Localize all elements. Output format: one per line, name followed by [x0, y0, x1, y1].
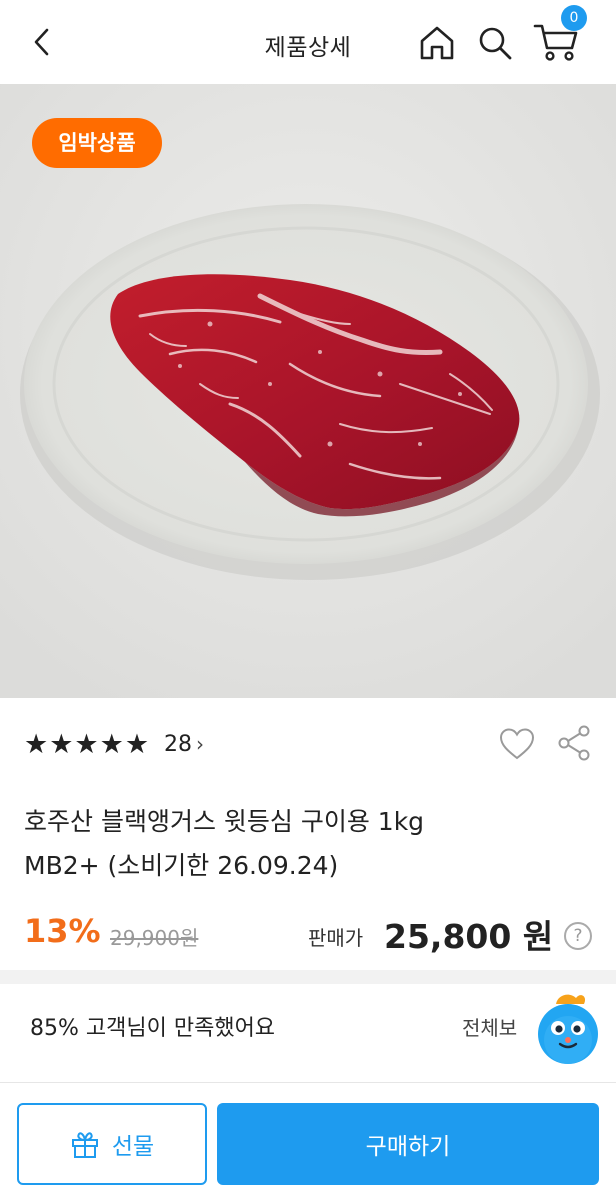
gift-button-label: 선물 — [111, 1134, 155, 1160]
top-header: 제품상세 0 — [0, 0, 616, 84]
view-all-link[interactable]: 전체보 — [462, 1012, 517, 1041]
wishlist-button[interactable] — [498, 726, 536, 762]
section-divider — [0, 970, 616, 984]
gift-icon — [71, 1132, 98, 1158]
review-count: 28 — [164, 731, 193, 757]
product-detail-page: 제품상세 0 임박상품 ★★★★★ 28 › 호주산 블랙앵거스 윗등심 구이용… — [0, 0, 616, 1200]
buy-button-label: 구매하기 — [365, 1134, 451, 1160]
bottom-action-bar: 선물 구매하기 — [0, 1082, 616, 1200]
sale-price-label: 판매가 — [308, 926, 364, 950]
cart-count-badge: 0 — [561, 5, 587, 31]
price-help-icon[interactable]: ? — [564, 922, 592, 950]
original-price: 29,900원 — [110, 926, 199, 950]
satisfaction-text: 85% 고객님이 만족했어요 — [30, 1016, 276, 1041]
product-title-line1: 호주산 블랙앵거스 윗등심 구이용 1kg — [24, 807, 425, 836]
product-title: 호주산 블랙앵거스 윗등심 구이용 1kg MB2+ (소비기한 26.09.2… — [24, 800, 584, 888]
chevron-right-icon: › — [196, 732, 205, 756]
product-title-line2: MB2+ (소비기한 26.09.24) — [24, 851, 339, 880]
heart-icon — [499, 728, 535, 760]
share-icon — [558, 725, 590, 761]
search-button[interactable] — [476, 24, 514, 62]
home-button[interactable] — [418, 24, 456, 62]
steak-on-plate-image — [0, 84, 616, 698]
rating-row[interactable]: ★★★★★ 28 › — [24, 722, 204, 766]
gift-button[interactable]: 선물 — [17, 1103, 207, 1185]
imminent-product-badge: 임박상품 — [32, 118, 162, 168]
search-icon — [479, 27, 512, 60]
product-image[interactable] — [0, 84, 616, 698]
share-button[interactable] — [556, 724, 592, 762]
buy-button[interactable]: 구매하기 — [217, 1103, 599, 1185]
mascot-icon — [538, 994, 598, 1064]
page-title: 제품상세 — [264, 35, 352, 61]
discount-rate: 13% — [24, 912, 101, 950]
star-rating: ★★★★★ — [24, 728, 151, 760]
home-icon — [420, 26, 454, 60]
sale-price: 25,800 원 — [384, 917, 554, 956]
mascot-chat-button[interactable] — [530, 990, 602, 1070]
